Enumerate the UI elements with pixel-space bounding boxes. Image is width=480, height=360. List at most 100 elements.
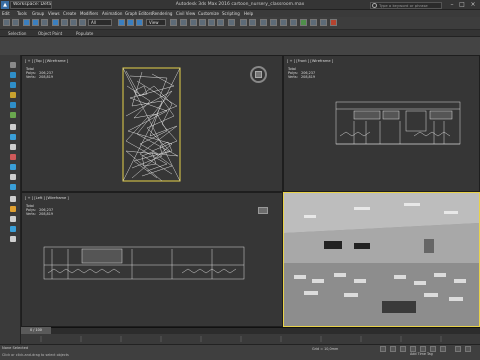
menu-scripting[interactable]: Scripting bbox=[222, 10, 240, 17]
maximize-button[interactable]: □ bbox=[457, 1, 467, 9]
named-selection-icon[interactable] bbox=[228, 19, 235, 26]
viewcube-icon[interactable] bbox=[258, 207, 268, 214]
extrude-icon[interactable] bbox=[10, 226, 16, 232]
play-icon[interactable] bbox=[420, 346, 426, 352]
camera-tool-icon[interactable] bbox=[10, 164, 16, 170]
menu-tools[interactable]: Tools bbox=[17, 10, 27, 17]
redo-icon[interactable] bbox=[12, 19, 19, 26]
curve-editor-icon[interactable] bbox=[280, 19, 287, 26]
modify-panel-icon[interactable] bbox=[10, 72, 16, 78]
render-production-icon[interactable] bbox=[330, 19, 337, 26]
material-editor-icon[interactable] bbox=[300, 19, 307, 26]
viewcube-icon[interactable] bbox=[255, 71, 262, 78]
menu-rendering[interactable]: Rendering bbox=[152, 10, 172, 17]
unlink-icon[interactable] bbox=[32, 19, 39, 26]
menu-graph-editors[interactable]: Graph Editors bbox=[125, 10, 152, 17]
spinner-snap-icon[interactable] bbox=[217, 19, 224, 26]
menu-animation[interactable]: Animation bbox=[102, 10, 122, 17]
prompt-line: Click or click-and-drag to select object… bbox=[2, 353, 69, 357]
selection-filter-dropdown[interactable]: All bbox=[88, 19, 112, 26]
display-panel-icon[interactable] bbox=[10, 102, 16, 108]
top-wireframe-drawing bbox=[122, 67, 181, 182]
left-wireframe-drawing bbox=[43, 246, 245, 280]
helper-tool-icon[interactable] bbox=[10, 174, 16, 180]
go-to-end-icon[interactable] bbox=[440, 346, 446, 352]
menu-group[interactable]: Group bbox=[32, 10, 44, 17]
front-wireframe-drawing bbox=[335, 101, 461, 145]
ribbon-tab-object-paint[interactable]: Object Paint bbox=[38, 30, 62, 37]
rectangular-region-icon[interactable] bbox=[70, 19, 77, 26]
undo-icon[interactable] bbox=[3, 19, 10, 26]
motion-panel-icon[interactable] bbox=[10, 92, 16, 98]
create-panel-icon[interactable] bbox=[10, 62, 16, 68]
rendered-frame-window-icon[interactable] bbox=[320, 19, 327, 26]
previous-frame-icon[interactable] bbox=[410, 346, 416, 352]
orbit-icon[interactable] bbox=[465, 346, 471, 352]
window-title: Autodesk 3ds Max 2016 cartoon_nursery_cl… bbox=[175, 2, 305, 7]
menu-help[interactable]: Help bbox=[244, 10, 253, 17]
schematic-view-icon[interactable] bbox=[290, 19, 297, 26]
shapes-tool-icon[interactable] bbox=[10, 206, 16, 212]
minimize-button[interactable]: – bbox=[447, 1, 457, 9]
set-key-button[interactable] bbox=[390, 346, 396, 352]
menu-edit[interactable]: Edit bbox=[2, 10, 10, 17]
menu-civil-view[interactable]: Civil View bbox=[176, 10, 195, 17]
utilities-panel-icon[interactable] bbox=[10, 112, 16, 118]
cylinder-tool-icon[interactable] bbox=[10, 144, 16, 150]
uvw-map-icon[interactable] bbox=[10, 236, 16, 242]
mirror-icon[interactable] bbox=[240, 19, 247, 26]
viewport-left[interactable]: [ + ] [Left ] [Wireframe ] Total Polys: … bbox=[21, 192, 283, 327]
grid-size: Grid = 10,0mm bbox=[312, 347, 339, 351]
go-to-start-icon[interactable] bbox=[400, 346, 406, 352]
select-object-icon[interactable] bbox=[52, 19, 59, 26]
systems-tool-icon[interactable] bbox=[10, 196, 16, 202]
zoom-icon[interactable] bbox=[455, 346, 461, 352]
workspace-dropdown[interactable]: Workspace: Default bbox=[10, 1, 52, 9]
angle-snap-icon[interactable] bbox=[199, 19, 206, 26]
snaps-toggle-icon[interactable] bbox=[190, 19, 197, 26]
menu-create[interactable]: Create bbox=[63, 10, 76, 17]
select-manipulate-icon[interactable] bbox=[180, 19, 187, 26]
hierarchy-panel-icon[interactable] bbox=[10, 82, 16, 88]
ribbon-tab-populate[interactable]: Populate bbox=[76, 30, 93, 37]
add-time-tag[interactable]: Add Time Tag bbox=[410, 352, 440, 357]
bind-space-warp-icon[interactable] bbox=[41, 19, 48, 26]
menu-customize[interactable]: Customize bbox=[198, 10, 219, 17]
edit-poly-icon[interactable] bbox=[10, 216, 16, 222]
auto-key-button[interactable] bbox=[380, 346, 386, 352]
select-rotate-icon[interactable] bbox=[127, 19, 134, 26]
time-slider[interactable]: 0 / 100 bbox=[21, 327, 51, 334]
graphite-toggle-icon[interactable] bbox=[270, 19, 277, 26]
viewport-perspective[interactable] bbox=[283, 192, 480, 327]
layer-explorer-icon[interactable] bbox=[260, 19, 267, 26]
next-frame-icon[interactable] bbox=[430, 346, 436, 352]
ribbon-tab-selection[interactable]: Selection bbox=[8, 30, 26, 37]
track-bar[interactable] bbox=[21, 334, 480, 344]
reference-coordinate-dropdown[interactable]: View bbox=[146, 19, 166, 26]
percent-snap-icon[interactable] bbox=[208, 19, 215, 26]
menu-views[interactable]: Views bbox=[48, 10, 60, 17]
perspective-scene-render bbox=[284, 193, 479, 326]
select-by-name-icon[interactable] bbox=[61, 19, 68, 26]
track-bar-ticks bbox=[40, 336, 442, 342]
search-input[interactable]: Type a keyword or phrase bbox=[370, 2, 442, 9]
viewport-front[interactable]: [ + ] [Front ] [Wireframe ] Total Polys:… bbox=[283, 55, 480, 192]
select-link-icon[interactable] bbox=[23, 19, 30, 26]
close-button[interactable]: × bbox=[468, 1, 478, 9]
align-icon[interactable] bbox=[249, 19, 256, 26]
pivot-point-icon[interactable] bbox=[170, 19, 177, 26]
spacewarp-tool-icon[interactable] bbox=[10, 184, 16, 190]
ribbon-bar bbox=[0, 30, 480, 37]
time-slider-track[interactable] bbox=[21, 327, 480, 334]
menu-modifiers[interactable]: Modifiers bbox=[80, 10, 98, 17]
app-logo-icon[interactable]: ▲ bbox=[1, 1, 9, 9]
box-tool-icon[interactable] bbox=[10, 124, 16, 130]
sphere-tool-icon[interactable] bbox=[10, 134, 16, 140]
light-tool-icon[interactable] bbox=[10, 154, 16, 160]
select-scale-icon[interactable] bbox=[136, 19, 143, 26]
viewport-top[interactable]: [ + ] [Top ] [Wireframe ] Total Polys: 2… bbox=[21, 55, 283, 192]
select-move-icon[interactable] bbox=[118, 19, 125, 26]
render-setup-icon[interactable] bbox=[310, 19, 317, 26]
window-crossing-icon[interactable] bbox=[79, 19, 86, 26]
selection-status: None Selected bbox=[2, 346, 29, 350]
